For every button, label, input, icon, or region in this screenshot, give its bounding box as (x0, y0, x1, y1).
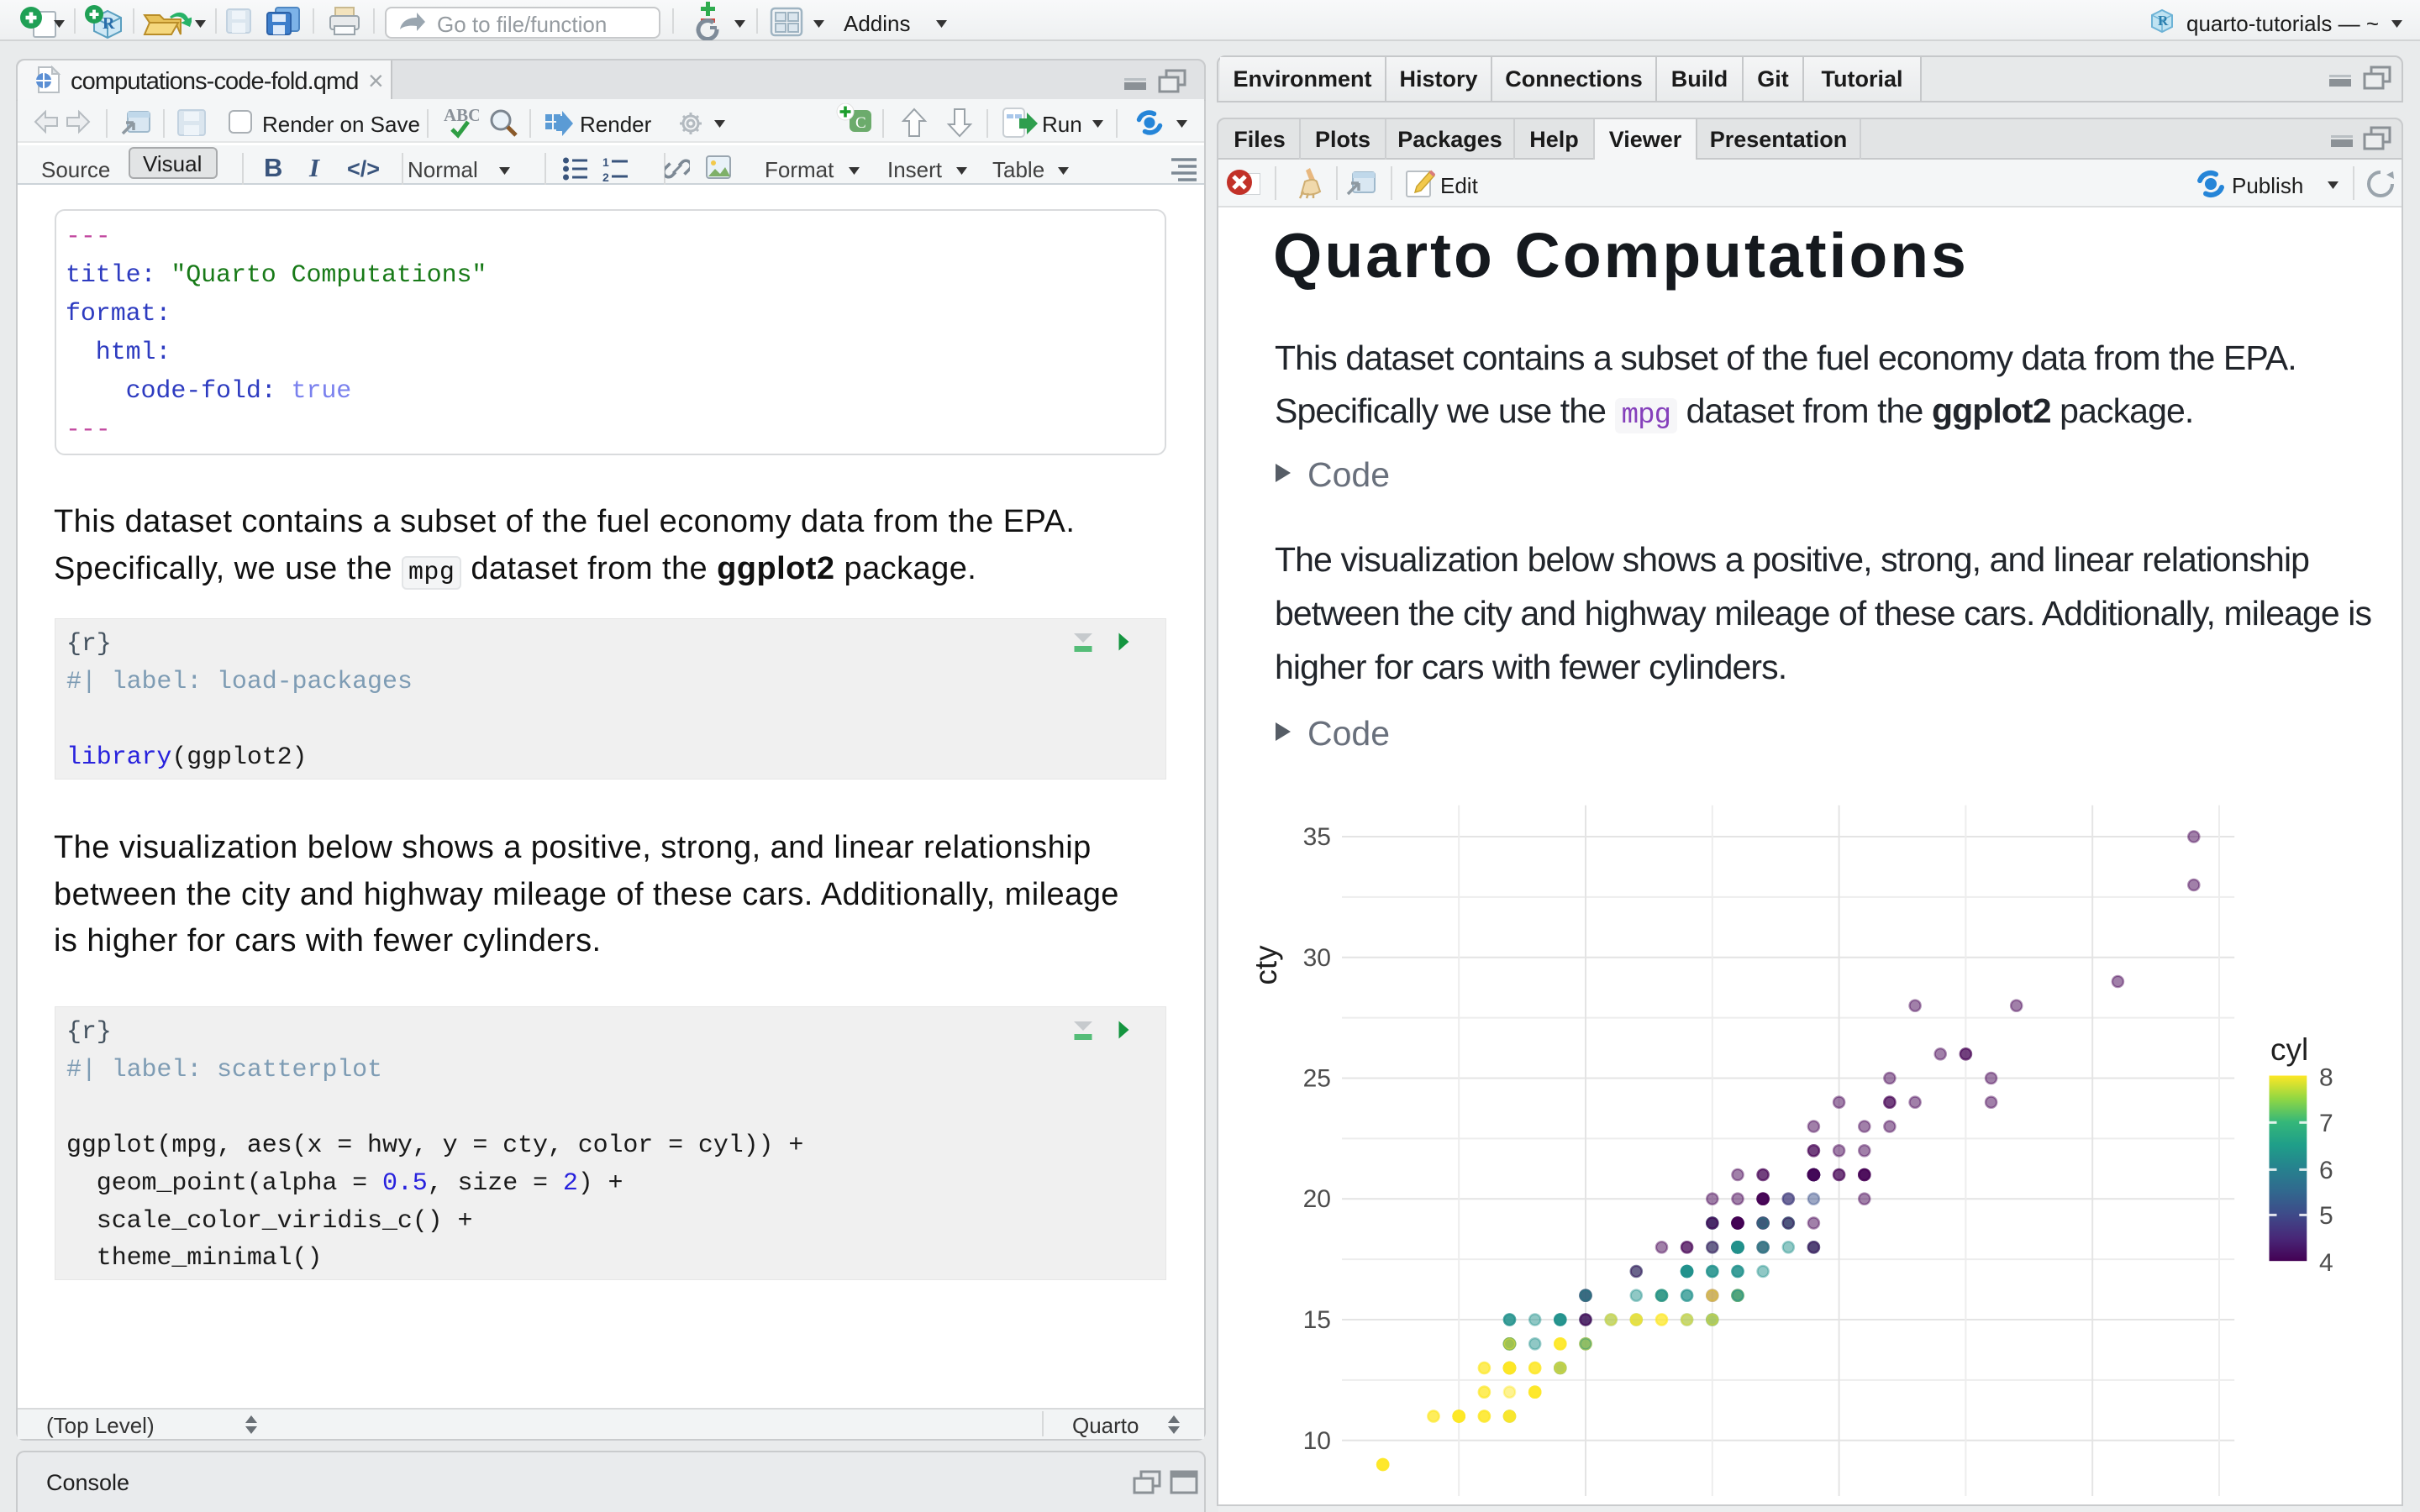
svg-text:R: R (2158, 13, 2169, 29)
svg-text:1: 1 (602, 156, 609, 169)
svg-text:2: 2 (602, 171, 609, 181)
svg-text:C: C (855, 114, 866, 132)
svg-text:R: R (103, 14, 115, 33)
svg-text:ABC: ABC (444, 106, 479, 125)
